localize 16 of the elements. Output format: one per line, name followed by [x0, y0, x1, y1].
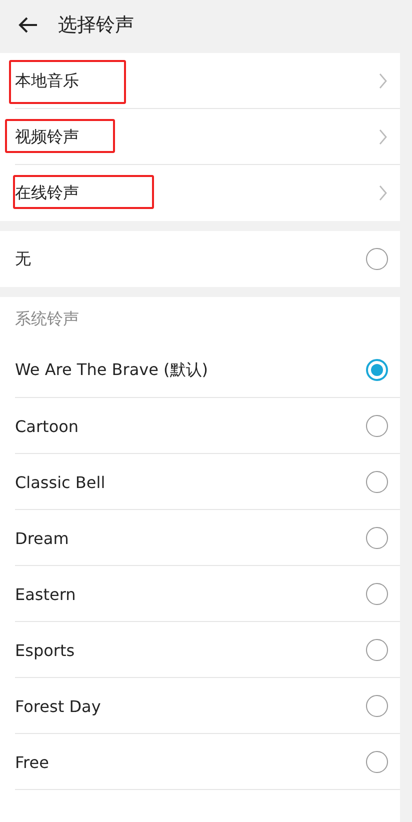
chevron-icon [378, 73, 388, 89]
chevron-icon [378, 185, 388, 201]
radio-button[interactable] [366, 751, 388, 773]
section-title: 系统铃声 [14, 308, 80, 330]
radio-button[interactable] [366, 639, 388, 661]
radio-button[interactable] [366, 248, 388, 270]
radio-button[interactable] [366, 359, 388, 381]
radio-button[interactable] [366, 527, 388, 549]
list-item[interactable]: 无 [0, 231, 400, 287]
radio-button[interactable] [366, 471, 388, 493]
page-title: 选择铃声 [58, 13, 134, 38]
radio-button[interactable] [366, 583, 388, 605]
chevron-icon [378, 129, 388, 145]
list-item[interactable]: 在线铃声 [0, 165, 400, 221]
radio-button[interactable] [366, 695, 388, 717]
radio-button[interactable] [366, 415, 388, 437]
